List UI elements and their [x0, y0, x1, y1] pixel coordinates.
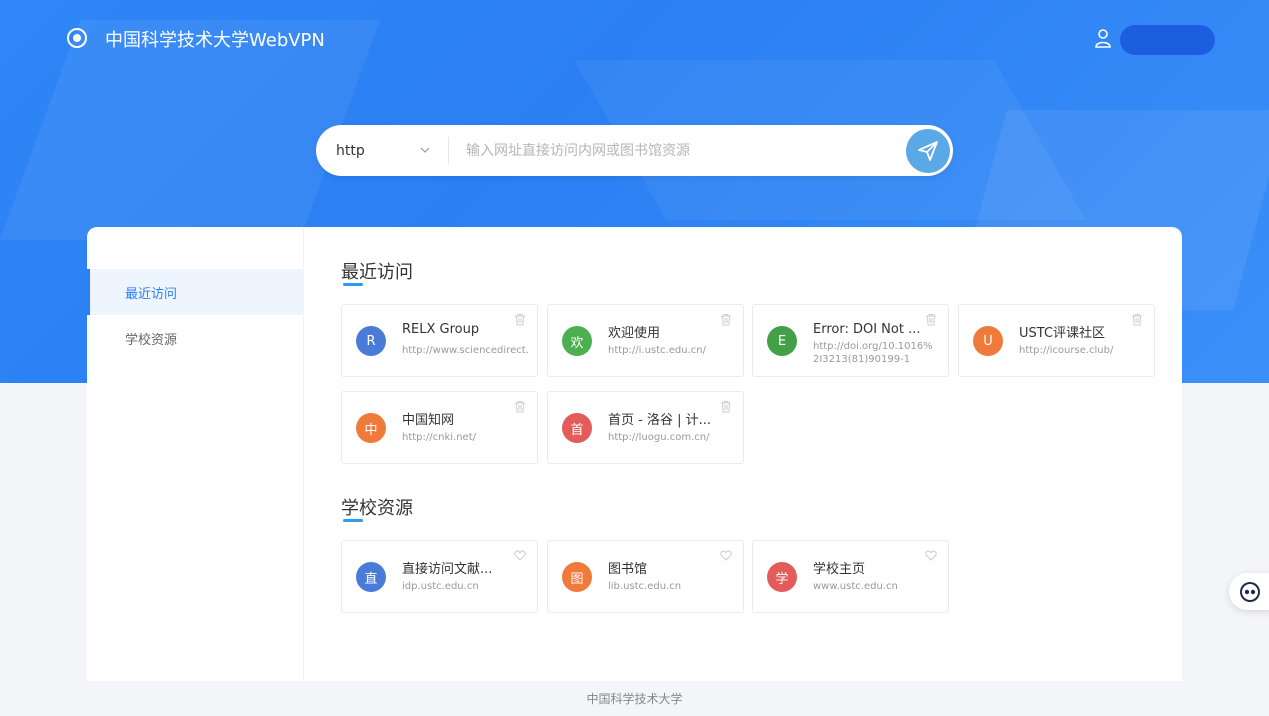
card-avatar: E	[767, 326, 797, 356]
card-url: http://luogu.com.cn/	[608, 432, 734, 443]
sidebar: 最近访问 学校资源	[87, 227, 304, 681]
resource-card[interactable]: R RELX Group http://www.sciencedirect.c	[341, 304, 538, 377]
card-avatar: 中	[356, 413, 386, 443]
sidebar-item-recent[interactable]: 最近访问	[87, 269, 304, 315]
card-title: Error: DOI Not ...	[813, 322, 939, 337]
card-url: www.ustc.edu.cn	[813, 581, 939, 592]
card-avatar: 欢	[562, 326, 592, 356]
card-title: 首页 - 洛谷 | 计...	[608, 409, 734, 428]
card-title: 欢迎使用	[608, 322, 734, 341]
trash-icon[interactable]	[720, 313, 732, 326]
robot-face-icon	[1239, 581, 1261, 603]
top-bar: 中国科学技术大学WebVPN	[0, 0, 1269, 76]
card-avatar: U	[973, 326, 1003, 356]
trash-icon[interactable]	[514, 400, 526, 413]
card-url: http://doi.org/10.1016%2I3213(81)90199-1	[813, 340, 939, 368]
trash-icon[interactable]	[514, 313, 526, 326]
university-seal-icon[interactable]	[67, 28, 87, 48]
chevron-down-icon[interactable]	[420, 145, 430, 155]
section-title-recent: 最近访问	[341, 258, 413, 284]
trash-icon[interactable]	[720, 400, 732, 413]
heart-icon[interactable]	[925, 549, 937, 562]
card-url: http://icourse.club/	[1019, 345, 1145, 356]
resource-card[interactable]: 直 直接访问文献... idp.ustc.edu.cn	[341, 540, 538, 613]
resource-card[interactable]: 中 中国知网 http://cnki.net/	[341, 391, 538, 464]
card-url: http://cnki.net/	[402, 432, 528, 443]
paper-plane-icon	[916, 139, 940, 163]
card-title: USTC评课社区	[1019, 322, 1145, 341]
card-title: 中国知网	[402, 409, 528, 428]
resource-card[interactable]: 首 首页 - 洛谷 | 计... http://luogu.com.cn/	[547, 391, 744, 464]
card-avatar: 图	[562, 562, 592, 592]
url-input[interactable]	[466, 135, 896, 166]
card-title: RELX Group	[402, 322, 528, 337]
section-title-school: 学校资源	[341, 494, 413, 520]
card-title: 学校主页	[813, 558, 939, 577]
trash-icon[interactable]	[1131, 313, 1143, 326]
resource-card[interactable]: 图 图书馆 lib.ustc.edu.cn	[547, 540, 744, 613]
content-panel: 最近访问 学校资源 最近访问 R RELX Group http://www.s…	[87, 227, 1182, 681]
resource-card[interactable]: 欢 欢迎使用 http://i.ustc.edu.cn/	[547, 304, 744, 377]
go-button[interactable]	[906, 129, 950, 173]
card-url: lib.ustc.edu.cn	[608, 581, 734, 592]
site-title[interactable]: 中国科学技术大学WebVPN	[105, 26, 325, 52]
card-url: idp.ustc.edu.cn	[402, 581, 528, 592]
card-title: 图书馆	[608, 558, 734, 577]
card-avatar: 首	[562, 413, 592, 443]
search-divider	[448, 137, 449, 164]
sidebar-item-school[interactable]: 学校资源	[87, 315, 304, 361]
card-avatar: 学	[767, 562, 797, 592]
user-icon[interactable]	[1094, 28, 1112, 48]
card-avatar: R	[356, 326, 386, 356]
user-name-redacted[interactable]	[1120, 25, 1215, 55]
footer-text: 中国科学技术大学	[0, 690, 1269, 707]
protocol-value: http	[336, 143, 365, 159]
card-title: 直接访问文献...	[402, 558, 528, 577]
heart-icon[interactable]	[514, 549, 526, 562]
chat-assistant-button[interactable]	[1229, 573, 1269, 610]
section-underline	[343, 283, 363, 286]
resource-card[interactable]: 学 学校主页 www.ustc.edu.cn	[752, 540, 949, 613]
trash-icon[interactable]	[925, 313, 937, 326]
resource-card[interactable]: U USTC评课社区 http://icourse.club/	[958, 304, 1155, 377]
heart-icon[interactable]	[720, 549, 732, 562]
section-underline	[343, 519, 363, 522]
card-url: http://www.sciencedirect.c	[402, 345, 528, 356]
card-url: http://i.ustc.edu.cn/	[608, 345, 734, 356]
card-avatar: 直	[356, 562, 386, 592]
resource-card[interactable]: E Error: DOI Not ... http://doi.org/10.1…	[752, 304, 949, 377]
search-bar: http	[316, 125, 953, 176]
